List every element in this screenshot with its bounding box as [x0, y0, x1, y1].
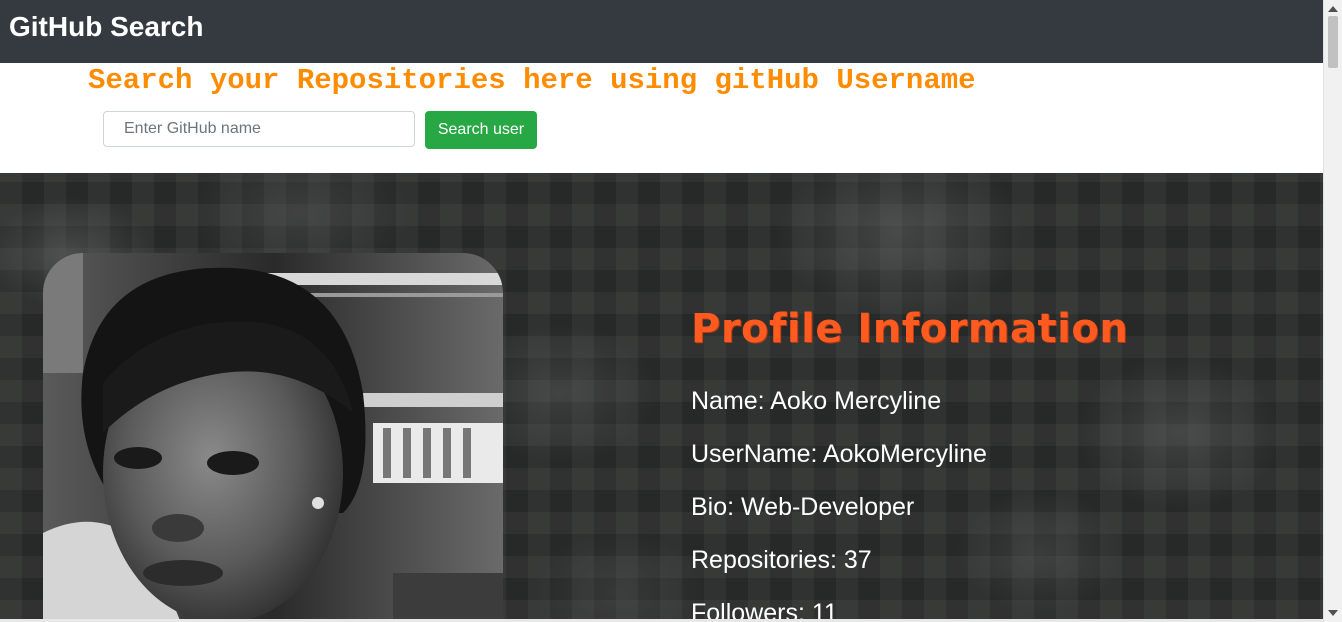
- profile-username: UserName: AokoMercyline: [691, 440, 987, 468]
- scrollbar-thumb[interactable]: [1328, 16, 1338, 68]
- profile-avatar: [43, 253, 503, 622]
- github-username-input[interactable]: [103, 111, 415, 147]
- scroll-down-arrow-icon[interactable]: [1328, 610, 1338, 616]
- profile-name: Name: Aoko Mercyline: [691, 387, 942, 415]
- scroll-up-arrow-icon[interactable]: [1328, 6, 1338, 12]
- navbar: GitHub Search: [0, 0, 1323, 63]
- profile-info-title: Profile Information: [691, 306, 1129, 352]
- search-headline: Search your Repositories here using gitH…: [88, 64, 976, 97]
- navbar-brand[interactable]: GitHub Search: [9, 10, 203, 44]
- profile-bio: Bio: Web-Developer: [691, 493, 915, 521]
- search-section: Search your Repositories here using gitH…: [0, 63, 1323, 173]
- vertical-scrollbar[interactable]: [1323, 0, 1342, 622]
- search-user-button[interactable]: Search user: [425, 111, 537, 149]
- profile-section: Profile Information Name: Aoko Mercyline…: [0, 173, 1323, 622]
- profile-repositories: Repositories: 37: [691, 546, 872, 574]
